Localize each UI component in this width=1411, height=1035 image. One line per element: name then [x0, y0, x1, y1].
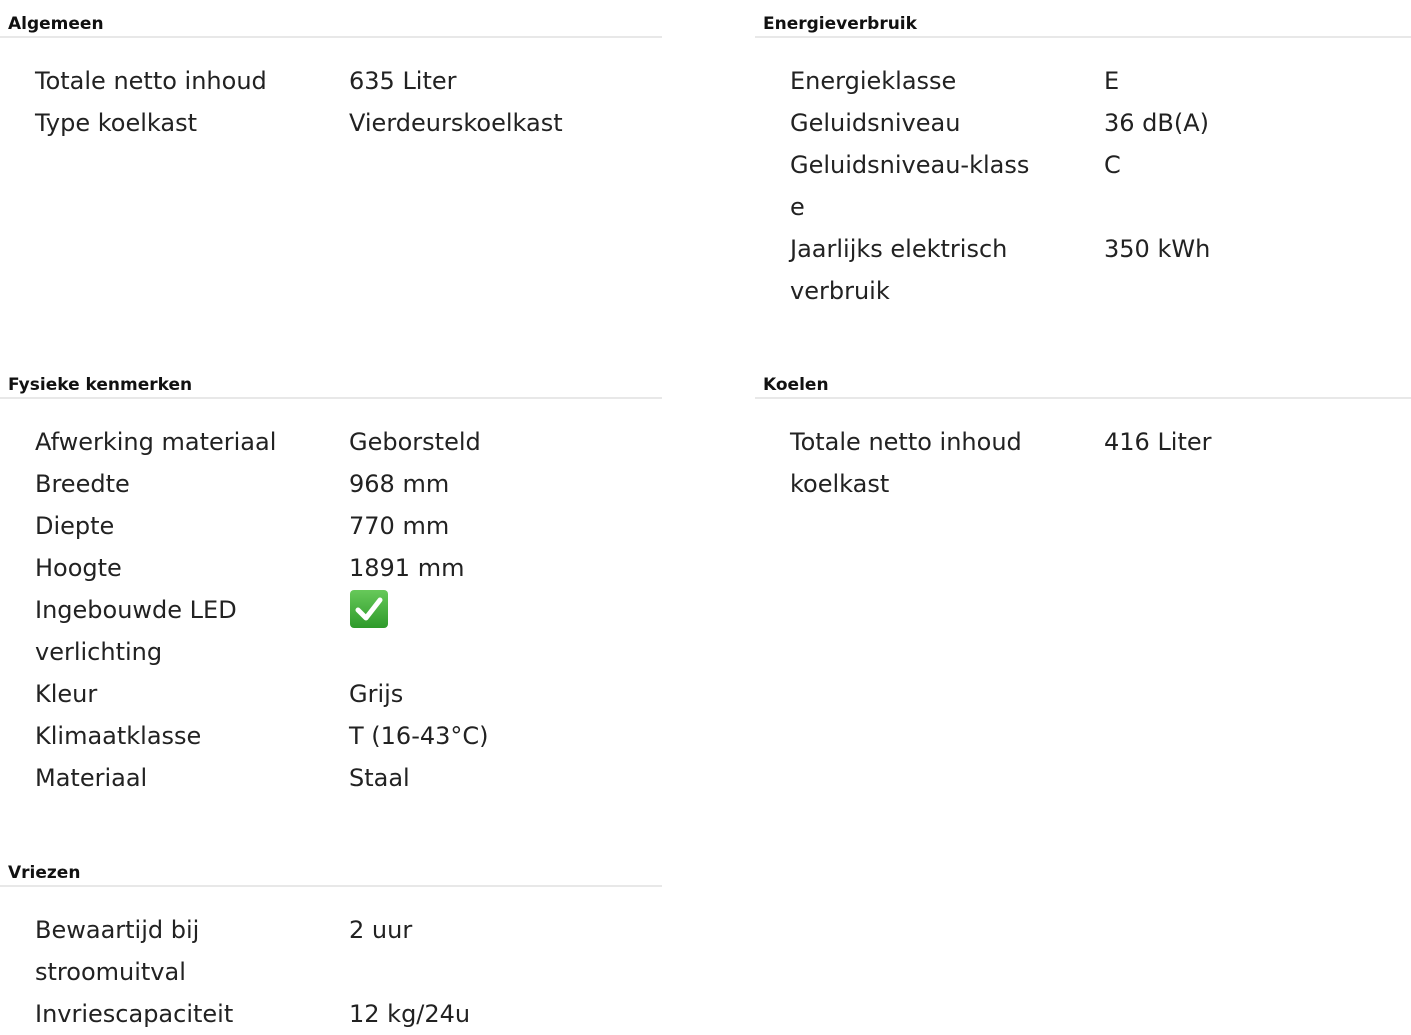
spec-label: Type koelkast: [35, 109, 198, 137]
spec-value: Vierdeurskoelkast: [349, 109, 563, 137]
spec-label: Invriescapaciteit: [35, 1000, 234, 1028]
spec-value: 635 Liter: [349, 67, 457, 95]
spec-value: 350 kWh: [1104, 235, 1211, 263]
spec-value: T (16-43°C): [349, 722, 489, 750]
spec-table-fysieke-kenmerken: Afwerking materiaal Geborsteld Breedte 9…: [35, 421, 662, 799]
spec-value: 968 mm: [349, 470, 450, 498]
spec-row: Totale netto inhoud koelkast 416 Liter: [790, 421, 1411, 505]
spec-label: Hoogte: [35, 554, 122, 582]
spec-label: Diepte: [35, 512, 115, 540]
spec-label: Geluidsniveau-klass e: [790, 151, 1030, 221]
spec-row: Hoogte 1891 mm: [35, 547, 662, 589]
section-title-fysieke-kenmerken: Fysieke kenmerken: [0, 373, 662, 399]
spec-table-koelen: Totale netto inhoud koelkast 416 Liter: [790, 421, 1411, 505]
spec-label: Totale netto inhoud: [35, 67, 267, 95]
section-title-algemeen: Algemeen: [0, 12, 662, 38]
spec-value: 416 Liter: [1104, 428, 1212, 456]
section-title-energieverbruik: Energieverbruik: [755, 12, 1411, 38]
spec-label: Kleur: [35, 680, 98, 708]
spec-row: Bewaartijd bij stroomuitval 2 uur: [35, 909, 662, 993]
spec-row: Diepte 770 mm: [35, 505, 662, 547]
spec-label: Totale netto inhoud koelkast: [790, 428, 1022, 498]
spec-table-energieverbruik: Energieklasse E Geluidsniveau 36 dB(A) G…: [790, 60, 1411, 312]
spec-value: 2 uur: [349, 916, 413, 944]
spec-row: Afwerking materiaal Geborsteld: [35, 421, 662, 463]
spec-value: 12 kg/24u: [349, 1000, 471, 1028]
spec-label: Bewaartijd bij stroomuitval: [35, 916, 200, 986]
spec-label: Klimaatklasse: [35, 722, 202, 750]
spec-row: Materiaal Staal: [35, 757, 662, 799]
spec-value: [349, 589, 389, 631]
spec-label: Materiaal: [35, 764, 148, 792]
spec-value: Grijs: [349, 680, 404, 708]
section-energieverbruik: Energieverbruik Energieklasse E Geluidsn…: [755, 12, 1411, 312]
section-algemeen: Algemeen Totale netto inhoud 635 Liter T…: [0, 12, 662, 144]
spec-row: Geluidsniveau-klass e C: [790, 144, 1411, 228]
spec-row: Geluidsniveau 36 dB(A): [790, 102, 1411, 144]
spec-value: Geborsteld: [349, 428, 481, 456]
section-title-vriezen: Vriezen: [0, 861, 662, 887]
spec-label: Ingebouwde LED verlichting: [35, 596, 237, 666]
spec-row: Breedte 968 mm: [35, 463, 662, 505]
section-koelen: Koelen Totale netto inhoud koelkast 416 …: [755, 373, 1411, 505]
spec-row: Klimaatklasse T (16-43°C): [35, 715, 662, 757]
spec-label: Jaarlijks elektrisch verbruik: [790, 235, 1008, 305]
spec-row: Invriescapaciteit 12 kg/24u: [35, 993, 662, 1035]
spec-value: 1891 mm: [349, 554, 465, 582]
spec-row: Kleur Grijs: [35, 673, 662, 715]
checkmark-icon: [350, 590, 388, 628]
spec-row: Totale netto inhoud 635 Liter: [35, 60, 662, 102]
spec-table-algemeen: Totale netto inhoud 635 Liter Type koelk…: [35, 60, 662, 144]
section-vriezen: Vriezen Bewaartijd bij stroomuitval 2 uu…: [0, 861, 662, 1035]
section-title-koelen: Koelen: [755, 373, 1411, 399]
spec-table-vriezen: Bewaartijd bij stroomuitval 2 uur Invrie…: [35, 909, 662, 1035]
spec-value: E: [1104, 67, 1120, 95]
spec-row: Ingebouwde LED verlichting: [35, 589, 662, 673]
section-fysieke-kenmerken: Fysieke kenmerken Afwerking materiaal Ge…: [0, 373, 662, 799]
spec-label: Breedte: [35, 470, 130, 498]
spec-row: Jaarlijks elektrisch verbruik 350 kWh: [790, 228, 1411, 312]
spec-row: Type koelkast Vierdeurskoelkast: [35, 102, 662, 144]
spec-label: Geluidsniveau: [790, 109, 961, 137]
spec-label: Energieklasse: [790, 67, 957, 95]
spec-label: Afwerking materiaal: [35, 428, 277, 456]
spec-value: 36 dB(A): [1104, 109, 1210, 137]
spec-value: Staal: [349, 764, 410, 792]
spec-value: C: [1104, 151, 1121, 179]
spec-value: 770 mm: [349, 512, 450, 540]
spec-row: Energieklasse E: [790, 60, 1411, 102]
